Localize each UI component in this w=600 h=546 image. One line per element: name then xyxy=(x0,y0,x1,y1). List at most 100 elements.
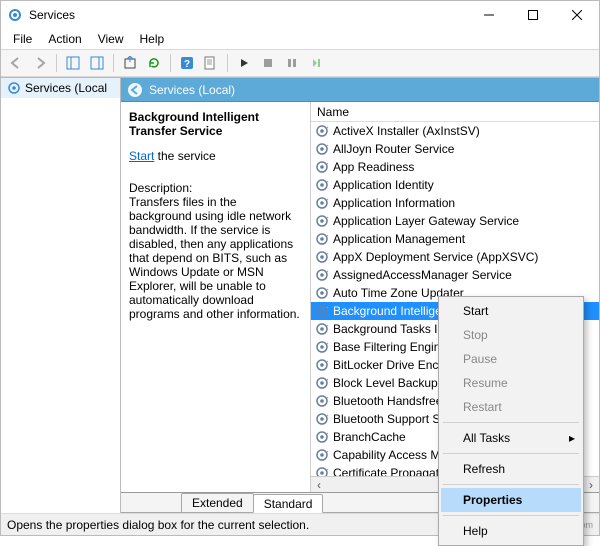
separator xyxy=(56,54,57,72)
status-text: Opens the properties dialog box for the … xyxy=(7,518,309,532)
menu-bar: File Action View Help xyxy=(1,29,599,49)
forward-button[interactable] xyxy=(29,52,51,74)
stop-service-button[interactable] xyxy=(257,52,279,74)
ctx-resume[interactable]: Resume xyxy=(441,371,581,395)
scroll-right-arrow-icon[interactable]: › xyxy=(583,477,599,493)
gear-icon xyxy=(315,124,329,138)
tree-pane: Services (Local xyxy=(1,78,121,513)
maximize-button[interactable] xyxy=(511,1,555,29)
service-row[interactable]: ActiveX Installer (AxInstSV) xyxy=(311,122,599,140)
service-name: Application Identity xyxy=(333,178,434,192)
gear-icon xyxy=(315,214,329,228)
gear-icon xyxy=(315,394,329,408)
gear-icon xyxy=(315,358,329,372)
gear-icon xyxy=(315,304,329,318)
separator xyxy=(443,422,579,423)
gear-icon xyxy=(315,232,329,246)
description-label: Description: xyxy=(129,181,302,195)
gear-icon xyxy=(315,430,329,444)
tab-extended[interactable]: Extended xyxy=(181,493,254,512)
ctx-all-tasks-label: All Tasks xyxy=(463,431,510,445)
separator xyxy=(443,484,579,485)
gear-icon xyxy=(315,178,329,192)
minimize-button[interactable] xyxy=(467,1,511,29)
ctx-help[interactable]: Help xyxy=(441,519,581,543)
svg-text:?: ? xyxy=(184,59,190,70)
ctx-all-tasks[interactable]: All Tasks ▸ xyxy=(441,426,581,450)
list-header-title: Services (Local) xyxy=(149,83,235,97)
menu-help[interactable]: Help xyxy=(132,30,173,48)
ctx-refresh[interactable]: Refresh xyxy=(441,457,581,481)
separator xyxy=(227,54,228,72)
selected-service-name: Background Intelligent Transfer Service xyxy=(129,110,302,139)
start-suffix: the service xyxy=(154,149,215,163)
service-name: Base Filtering Engine xyxy=(333,340,447,354)
service-row[interactable]: App Readiness xyxy=(311,158,599,176)
ctx-pause[interactable]: Pause xyxy=(441,347,581,371)
show-hide-console-tree-button[interactable] xyxy=(62,52,84,74)
service-name: AssignedAccessManager Service xyxy=(333,268,512,282)
gear-icon xyxy=(315,142,329,156)
properties-button[interactable] xyxy=(200,52,222,74)
gear-icon xyxy=(315,160,329,174)
separator xyxy=(443,515,579,516)
services-icon xyxy=(7,7,23,23)
column-header-name[interactable]: Name xyxy=(311,102,599,122)
window-title: Services xyxy=(29,8,75,22)
service-row[interactable]: AssignedAccessManager Service xyxy=(311,266,599,284)
separator xyxy=(113,54,114,72)
toolbar: ? xyxy=(1,49,599,77)
service-row[interactable]: Application Management xyxy=(311,230,599,248)
menu-file[interactable]: File xyxy=(5,30,40,48)
gear-icon xyxy=(315,286,329,300)
title-bar: Services xyxy=(1,1,599,29)
service-name: ActiveX Installer (AxInstSV) xyxy=(333,124,480,138)
refresh-button[interactable] xyxy=(143,52,165,74)
service-row[interactable]: AppX Deployment Service (AppXSVC) xyxy=(311,248,599,266)
tree-root-services[interactable]: Services (Local xyxy=(1,78,120,98)
gear-icon xyxy=(315,340,329,354)
service-name: BranchCache xyxy=(333,430,406,444)
start-service-button[interactable] xyxy=(233,52,255,74)
gear-icon xyxy=(315,250,329,264)
service-name: Application Layer Gateway Service xyxy=(333,214,519,228)
menu-view[interactable]: View xyxy=(90,30,132,48)
export-list-button[interactable] xyxy=(119,52,141,74)
description-text: Transfers files in the background using … xyxy=(129,195,302,321)
service-name: Application Management xyxy=(333,232,465,246)
service-row[interactable]: Application Layer Gateway Service xyxy=(311,212,599,230)
service-row[interactable]: Application Information xyxy=(311,194,599,212)
gear-icon xyxy=(315,268,329,282)
tab-standard[interactable]: Standard xyxy=(253,494,324,513)
back-button[interactable] xyxy=(5,52,27,74)
separator xyxy=(170,54,171,72)
ctx-start[interactable]: Start xyxy=(441,299,581,323)
ctx-restart[interactable]: Restart xyxy=(441,395,581,419)
start-service-link[interactable]: Start xyxy=(129,149,154,163)
detail-pane: Background Intelligent Transfer Service … xyxy=(121,102,311,492)
ctx-properties[interactable]: Properties xyxy=(441,488,581,512)
pause-service-button[interactable] xyxy=(281,52,303,74)
separator xyxy=(443,453,579,454)
gear-icon xyxy=(315,412,329,426)
submenu-arrow-icon: ▸ xyxy=(569,431,575,445)
close-button[interactable] xyxy=(555,1,599,29)
service-name: App Readiness xyxy=(333,160,414,174)
gear-icon xyxy=(315,448,329,462)
service-row[interactable]: AllJoyn Router Service xyxy=(311,140,599,158)
service-row[interactable]: Application Identity xyxy=(311,176,599,194)
show-hide-action-pane-button[interactable] xyxy=(86,52,108,74)
gear-icon xyxy=(315,196,329,210)
gear-icon xyxy=(315,466,329,476)
service-name: AllJoyn Router Service xyxy=(333,142,454,156)
service-name: Application Information xyxy=(333,196,455,210)
service-name: Certificate Propagation xyxy=(333,466,455,476)
menu-action[interactable]: Action xyxy=(40,30,89,48)
restart-service-button[interactable] xyxy=(305,52,327,74)
list-header-bar: Services (Local) xyxy=(121,78,599,102)
back-arrow-icon[interactable] xyxy=(127,82,143,98)
gear-icon xyxy=(315,376,329,390)
scroll-left-arrow-icon[interactable]: ‹ xyxy=(311,477,327,493)
help-button[interactable]: ? xyxy=(176,52,198,74)
ctx-stop[interactable]: Stop xyxy=(441,323,581,347)
